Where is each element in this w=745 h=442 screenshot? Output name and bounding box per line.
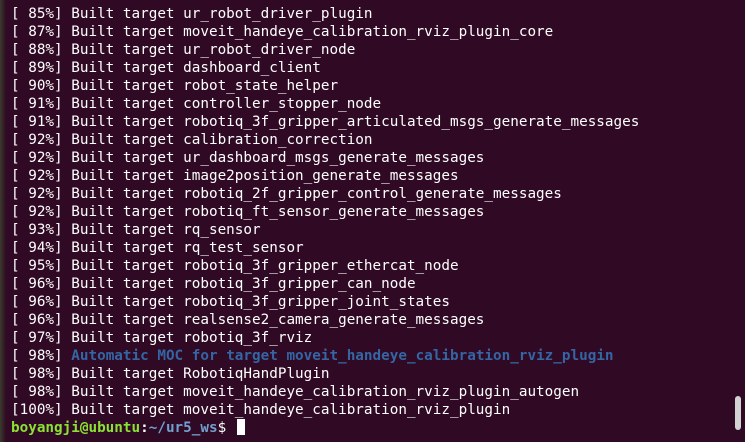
terminal-line: [ 90%] Built target robot_state_helper (11, 77, 731, 95)
prompt-path: ~/ur5_ws (148, 420, 218, 436)
terminal-line-text: [ 85%] Built target ur_robot_driver_plug… (11, 6, 373, 22)
terminal-line-text: [ 92%] Built target image2position_gener… (11, 168, 459, 184)
terminal-line: [ 91%] Built target controller_stopper_n… (11, 95, 731, 113)
terminal-line-text: [ 91%] Built target controller_stopper_n… (11, 96, 382, 112)
terminal-line: [ 89%] Built target dashboard_client (11, 59, 731, 77)
terminal-line: [ 92%] Built target image2position_gener… (11, 167, 731, 185)
terminal-line: [ 92%] Built target robotiq_2f_gripper_c… (11, 185, 731, 203)
terminal-line: [ 88%] Built target ur_robot_driver_node (11, 41, 731, 59)
terminal-line: [ 91%] Built target robotiq_3f_gripper_a… (11, 113, 731, 131)
terminal-line-text: [ 95%] Built target robotiq_3f_gripper_e… (11, 258, 459, 274)
terminal-line-text: [ 92%] Built target robotiq_ft_sensor_ge… (11, 204, 485, 220)
terminal-line-text: [ 97%] Built target robotiq_3f_rviz (11, 330, 313, 346)
terminal-line: [ 87%] Built target moveit_handeye_calib… (11, 23, 731, 41)
prompt-separator: : (140, 420, 149, 436)
scrollbar-thumb[interactable] (735, 396, 741, 430)
text-cursor (236, 419, 245, 435)
terminal-line: [ 95%] Built target robotiq_3f_gripper_e… (11, 257, 731, 275)
terminal-line-text: [ 96%] Built target robotiq_3f_gripper_j… (11, 294, 450, 310)
terminal-line-text: [ 91%] Built target robotiq_3f_gripper_a… (11, 114, 640, 130)
terminal-line-text: [ 96%] Built target realsense2_camera_ge… (11, 312, 485, 328)
scrollbar[interactable] (731, 0, 745, 442)
terminal-line-text: [ 94%] Built target rq_test_sensor (11, 240, 304, 256)
terminal-window[interactable]: [ 85%] Built target ur_robot_driver_plug… (0, 0, 745, 442)
terminal-line-text: [ 93%] Built target rq_sensor (11, 222, 261, 238)
terminal-line-text: [ 90%] Built target robot_state_helper (11, 78, 339, 94)
terminal-line-text: [ 98%] Built target RobotiqHandPlugin (11, 366, 330, 382)
terminal-line-text: [ 88%] Built target ur_robot_driver_node (11, 42, 356, 58)
terminal-line: [ 96%] Built target realsense2_camera_ge… (11, 311, 731, 329)
terminal-line-text: [ 89%] Built target dashboard_client (11, 60, 321, 76)
shell-prompt[interactable]: boyangji@ubuntu:~/ur5_ws$ (11, 419, 731, 437)
terminal-line: [ 85%] Built target ur_robot_driver_plug… (11, 5, 731, 23)
terminal-line: [ 97%] Built target robotiq_3f_rviz (11, 329, 731, 347)
terminal-line-text: [ 98%] Built target moveit_handeye_calib… (11, 384, 580, 400)
terminal-line-text: [ 92%] Built target ur_dashboard_msgs_ge… (11, 150, 485, 166)
terminal-line-moc-text: Automatic MOC for target moveit_handeye_… (71, 348, 614, 364)
terminal-line: [ 93%] Built target rq_sensor (11, 221, 731, 239)
terminal-line-text: [ 92%] Built target calibration_correcti… (11, 132, 373, 148)
terminal-line: [ 92%] Built target ur_dashboard_msgs_ge… (11, 149, 731, 167)
terminal-line-text: [ 98%] (11, 348, 72, 364)
terminal-line-text: [100%] Built target moveit_handeye_calib… (11, 402, 511, 418)
prompt-user-host: boyangji@ubuntu (11, 420, 141, 436)
terminal-line: [ 98%] Automatic MOC for target moveit_h… (11, 347, 731, 365)
terminal-line: [ 98%] Built target RobotiqHandPlugin (11, 365, 731, 383)
terminal-line: [ 96%] Built target robotiq_3f_gripper_c… (11, 275, 731, 293)
window-edge (0, 0, 6, 442)
terminal-line-text: [ 96%] Built target robotiq_3f_gripper_c… (11, 276, 416, 292)
terminal-line: [100%] Built target moveit_handeye_calib… (11, 401, 731, 419)
terminal-line: [ 98%] Built target moveit_handeye_calib… (11, 383, 731, 401)
terminal-line-text: [ 92%] Built target robotiq_2f_gripper_c… (11, 186, 562, 202)
terminal-output: [ 85%] Built target ur_robot_driver_plug… (11, 5, 731, 437)
terminal-line: [ 92%] Built target robotiq_ft_sensor_ge… (11, 203, 731, 221)
terminal-line: [ 96%] Built target robotiq_3f_gripper_j… (11, 293, 731, 311)
terminal-line: [ 94%] Built target rq_test_sensor (11, 239, 731, 257)
terminal-line: [ 92%] Built target calibration_correcti… (11, 131, 731, 149)
terminal-line-text: [ 87%] Built target moveit_handeye_calib… (11, 24, 554, 40)
prompt-symbol: $ (217, 420, 235, 436)
